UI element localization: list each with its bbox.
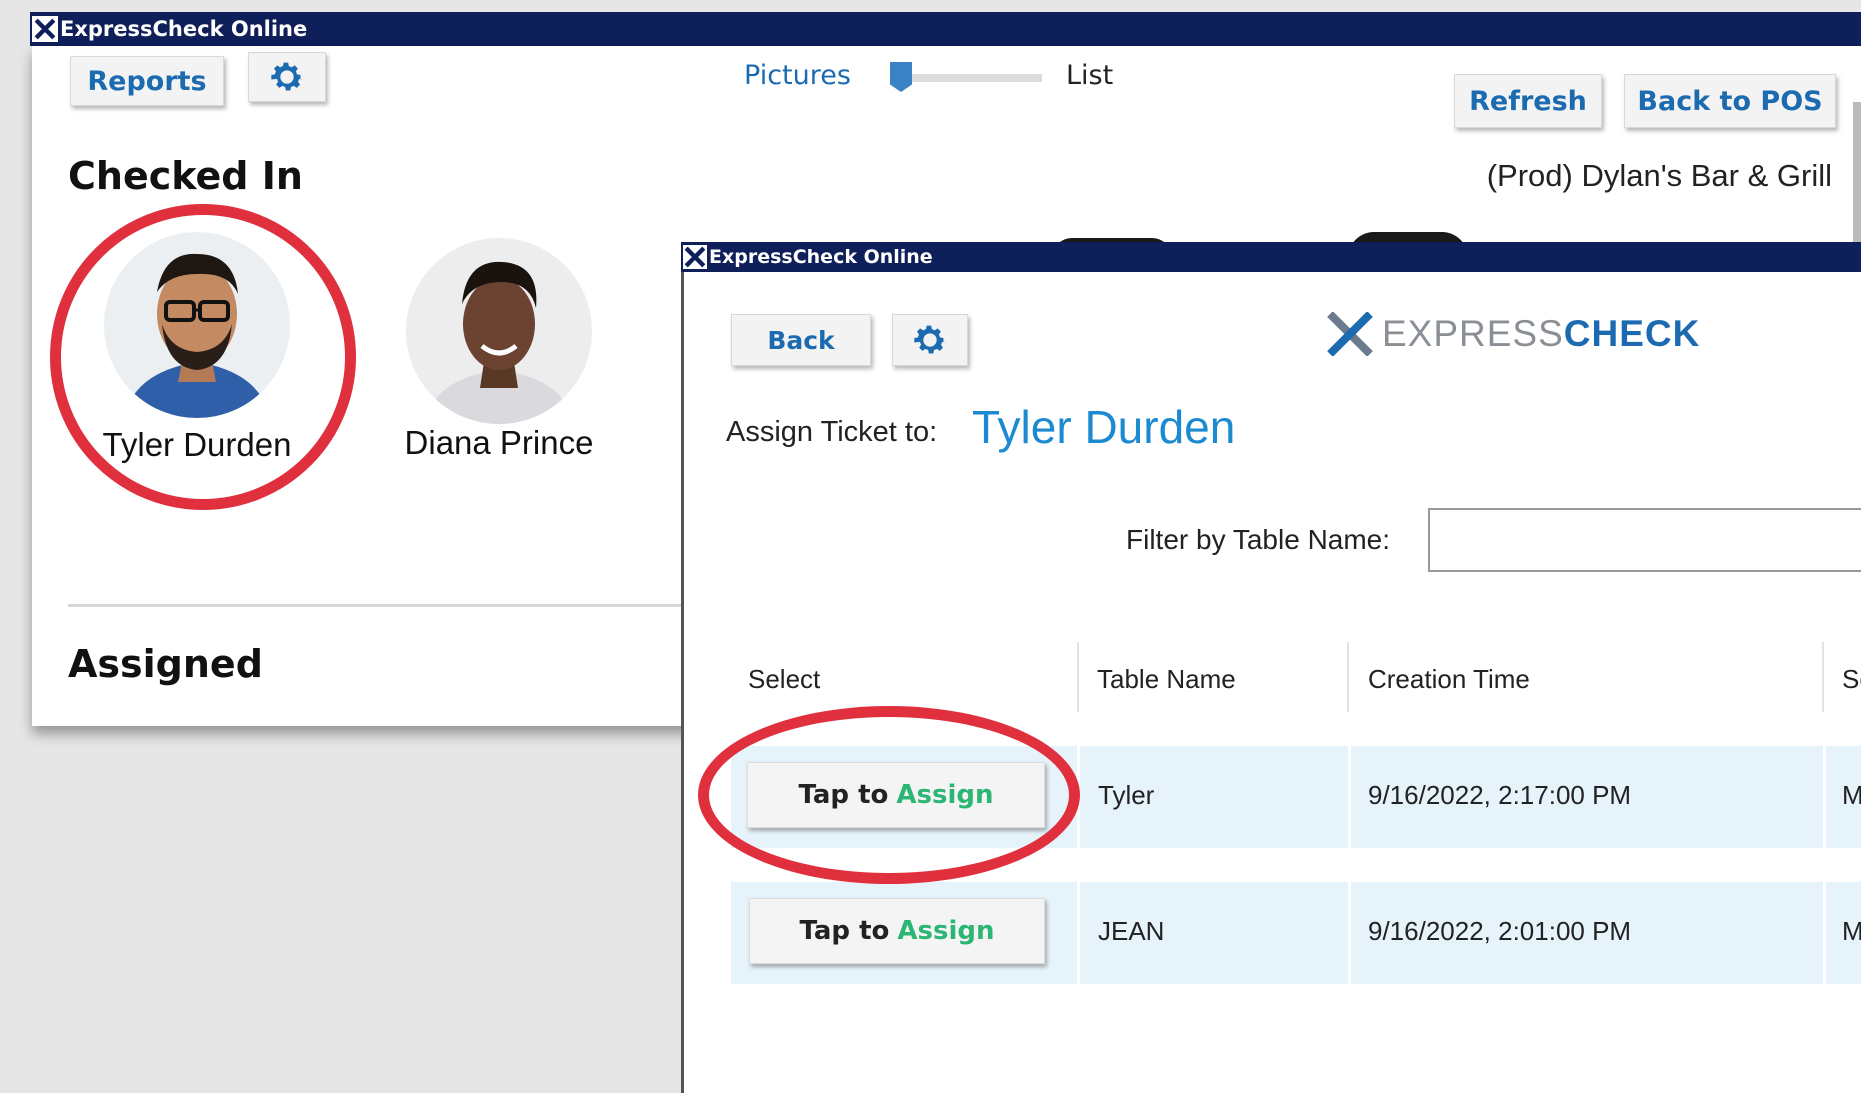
- assign-button-highlight: Assign: [897, 916, 995, 946]
- assign-button-text: Tap to: [799, 916, 890, 946]
- assign-target-name: Tyler Durden: [972, 401, 1236, 453]
- creation-time-cell: 9/16/2022, 2:01:00 PM: [1368, 916, 1632, 946]
- logo-text-check: CHECK: [1563, 313, 1701, 354]
- assign-ticket-label: Assign Ticket to:: [726, 416, 938, 448]
- logo-text-express: EXPRESS: [1382, 313, 1564, 354]
- creation-time-cell: 9/16/2022, 2:17:00 PM: [1368, 780, 1632, 810]
- filter-label: Filter by Table Name:: [1126, 524, 1391, 555]
- gear-icon: [271, 62, 303, 91]
- cell-divider: [1823, 882, 1826, 984]
- column-header-table-name: Table Name: [1097, 664, 1236, 694]
- settings-button[interactable]: [892, 314, 968, 366]
- view-toggle-thumb[interactable]: [890, 62, 912, 92]
- column-header-partial: Se: [1842, 664, 1861, 694]
- person-name-tyler: Tyler Durden: [102, 426, 292, 463]
- column-divider: [1077, 642, 1079, 712]
- highlight-ring-person: [50, 204, 356, 510]
- main-window-title: ExpressCheck Online: [60, 17, 308, 41]
- x-logo-icon: [1327, 312, 1373, 356]
- tap-to-assign-button[interactable]: Tap to Assign: [749, 898, 1045, 964]
- avatar-diana-prince[interactable]: [406, 238, 592, 424]
- refresh-button[interactable]: Refresh: [1454, 74, 1602, 128]
- cell-divider: [1348, 882, 1351, 984]
- partial-cell: M: [1842, 916, 1861, 946]
- x-logo-icon: [32, 16, 58, 42]
- pictures-label: Pictures: [744, 60, 851, 91]
- column-header-creation-time: Creation Time: [1368, 664, 1530, 694]
- expresscheck-logo: EXPRESS CHECK: [1326, 312, 1700, 356]
- main-title-bar[interactable]: ExpressCheck Online: [30, 12, 1861, 46]
- settings-button[interactable]: [248, 52, 326, 102]
- cell-divider: [1077, 882, 1080, 984]
- highlight-ring-assign: [698, 706, 1080, 884]
- reports-button[interactable]: Reports: [70, 56, 224, 106]
- assigned-heading: Assigned: [68, 642, 263, 686]
- column-divider: [1347, 642, 1349, 712]
- back-to-pos-button[interactable]: Back to POS: [1624, 74, 1836, 128]
- scrollbar[interactable]: [1853, 102, 1861, 252]
- back-button[interactable]: Back: [731, 314, 871, 366]
- table-name-cell: Tyler: [1098, 780, 1155, 810]
- partial-cell: M: [1842, 780, 1861, 810]
- x-logo-icon: [683, 245, 707, 269]
- column-divider: [1822, 642, 1824, 712]
- cell-divider: [1348, 746, 1351, 848]
- table-name-cell: JEAN: [1098, 916, 1165, 946]
- assign-ticket-dialog: Back EXPRESS CHECK Assign Ticket to: Tyl…: [681, 272, 1861, 1093]
- filter-table-name-input[interactable]: [1428, 508, 1861, 572]
- modal-window-title: ExpressCheck Online: [709, 246, 933, 268]
- checked-in-heading: Checked In: [68, 154, 303, 198]
- person-name-diana: Diana Prince: [404, 424, 594, 461]
- list-label: List: [1066, 60, 1114, 91]
- gear-icon: [914, 325, 946, 354]
- location-name: (Prod) Dylan's Bar & Grill: [1486, 158, 1832, 193]
- section-divider: [68, 604, 708, 607]
- cell-divider: [1823, 746, 1826, 848]
- modal-title-bar[interactable]: ExpressCheck Online: [681, 242, 1861, 272]
- column-header-select: Select: [748, 664, 821, 694]
- view-toggle-slider[interactable]: [890, 62, 1042, 92]
